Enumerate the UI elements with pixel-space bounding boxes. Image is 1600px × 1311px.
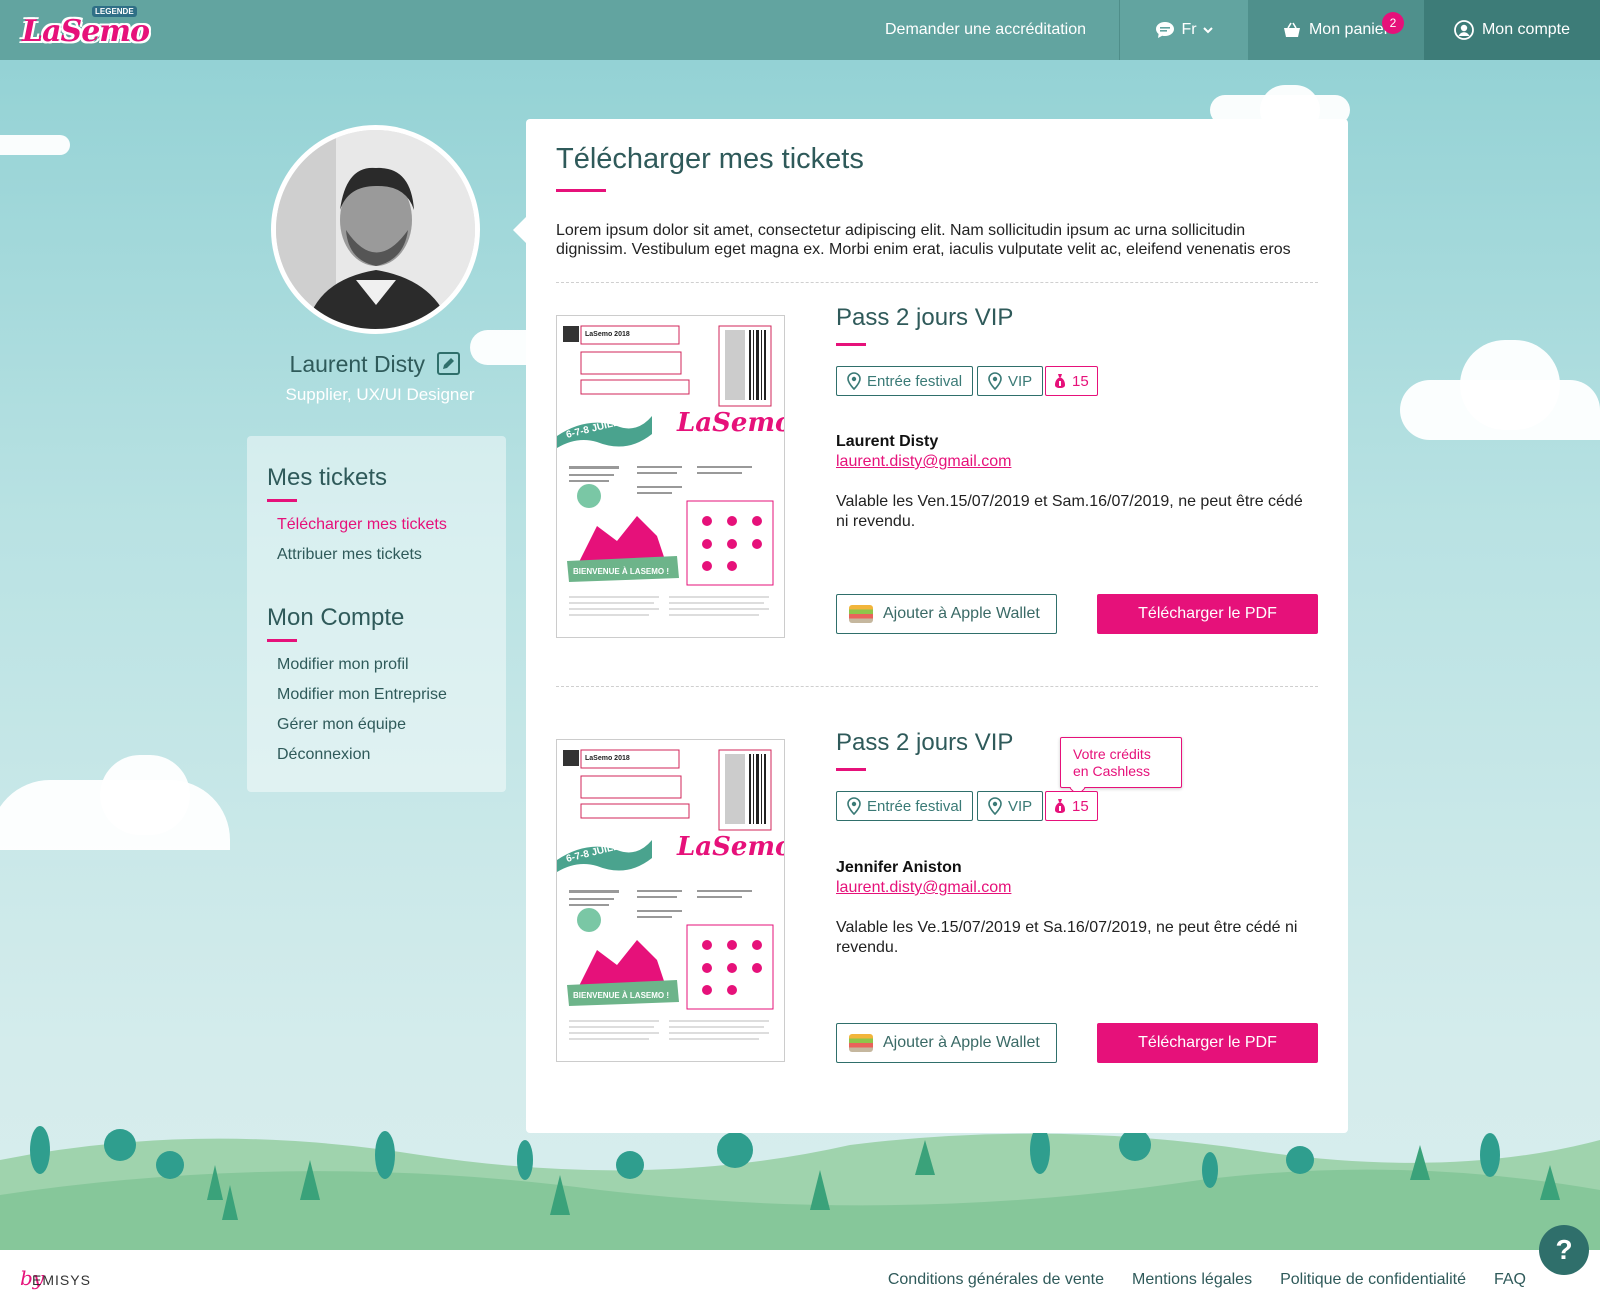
- sidebar-heading-tickets: Mes tickets: [267, 464, 388, 502]
- sidebar: Mes tickets Télécharger mes tickets Attr…: [247, 436, 506, 792]
- ticket-validity: Valable les Ven.15/07/2019 et Sam.16/07/…: [836, 493, 1303, 530]
- ticket-title-underline: [836, 343, 866, 346]
- wallet-icon: [849, 1034, 873, 1052]
- sidebar-item-edit-profile[interactable]: Modifier mon profil: [277, 656, 409, 674]
- ticket-preview-welcome: BIENVENUE À LASEMO !: [573, 991, 669, 1000]
- account-button[interactable]: Mon compte: [1424, 0, 1600, 60]
- ticket-preview-logo: LaSemo: [676, 832, 784, 862]
- ticket-title: Pass 2 jours VIP: [836, 729, 1014, 756]
- sidebar-item-manage-team[interactable]: Gérer mon équipe: [277, 716, 406, 734]
- money-bag-icon: [1055, 374, 1065, 388]
- page-title: Télécharger mes tickets: [556, 143, 864, 175]
- avatar: [271, 125, 480, 334]
- add-to-apple-wallet-button[interactable]: Ajouter à Apple Wallet: [836, 594, 1057, 634]
- sidebar-item-edit-company[interactable]: Modifier mon Entreprise: [277, 686, 447, 704]
- ticket-preview-welcome: BIENVENUE À LASEMO !: [573, 567, 669, 576]
- tag-festival-entry: Entrée festival: [836, 791, 974, 821]
- help-button[interactable]: ?: [1539, 1225, 1589, 1275]
- ticket-validity: Valable les Ve.15/07/2019 et Sa.16/07/20…: [836, 919, 1298, 956]
- footer: by EMISYS Conditions générales de vente …: [0, 1250, 1600, 1311]
- separator: [556, 686, 1318, 687]
- footer-link-terms[interactable]: Conditions générales de vente: [888, 1271, 1104, 1289]
- money-bag-icon: [1055, 799, 1065, 813]
- download-pdf-button[interactable]: Télécharger le PDF: [1097, 1023, 1318, 1063]
- basket-icon: [1283, 22, 1300, 37]
- footer-link-privacy[interactable]: Politique de confidentialité: [1280, 1271, 1466, 1289]
- ticket-preview[interactable]: LaSemo 2018 6-7-8 JUILLET LaSemo BIENVEN…: [556, 739, 785, 1062]
- profile-name: Laurent Disty: [240, 351, 510, 378]
- intro-text: Lorem ipsum dolor sit amet, consectetur …: [556, 222, 1291, 258]
- sidebar-item-logout[interactable]: Déconnexion: [277, 746, 370, 764]
- cloud: [0, 135, 70, 155]
- language-selector[interactable]: Fr: [1119, 0, 1249, 60]
- top-header: LEGENDE LaSemo Demander une accréditatio…: [0, 0, 1600, 60]
- ticket-title: Pass 2 jours VIP: [836, 304, 1014, 331]
- tickets-card: Télécharger mes tickets Lorem ipsum dolo…: [526, 119, 1348, 1133]
- ticket-holder-email[interactable]: laurent.disty@gmail.com: [836, 453, 1011, 471]
- sidebar-item-download-tickets[interactable]: Télécharger mes tickets: [277, 516, 447, 534]
- card-pointer: [513, 217, 526, 243]
- ticket-preview-name: LaSemo 2018: [585, 331, 630, 338]
- location-pin-icon: [988, 372, 1002, 390]
- ticket-preview[interactable]: LaSemo 2018 6-7-8 JUILLET LaSemo BIENVEN…: [556, 315, 785, 638]
- cashless-credits-badge[interactable]: 15: [1045, 366, 1098, 396]
- sidebar-heading-account: Mon Compte: [267, 604, 405, 642]
- chevron-down-icon: [1202, 27, 1213, 34]
- wallet-icon: [849, 605, 873, 623]
- cart-button[interactable]: Mon panier 2: [1248, 0, 1424, 60]
- cashless-tooltip: Votre crédits en Cashless: [1060, 737, 1182, 788]
- footer-links: Conditions générales de vente Mentions l…: [888, 1271, 1526, 1289]
- tag-vip: VIP: [977, 366, 1044, 396]
- tag-festival-entry: Entrée festival: [836, 366, 974, 396]
- pencil-edit-icon[interactable]: [437, 352, 461, 375]
- add-to-apple-wallet-button[interactable]: Ajouter à Apple Wallet: [836, 1023, 1057, 1063]
- chat-bubble-icon: [1156, 22, 1175, 38]
- cashless-credits-badge[interactable]: 15: [1045, 791, 1098, 821]
- ticket-holder-name: Laurent Disty: [836, 433, 939, 450]
- ticket-holder-email[interactable]: laurent.disty@gmail.com: [836, 879, 1011, 897]
- lasemo-logo[interactable]: LEGENDE LaSemo: [22, 6, 150, 54]
- ticket-holder-name: Jennifer Aniston: [836, 859, 962, 876]
- account-label: Mon compte: [1481, 21, 1571, 38]
- tag-vip: VIP: [977, 791, 1044, 821]
- accreditation-link[interactable]: Demander une accréditation: [885, 0, 1086, 60]
- location-pin-icon: [847, 372, 861, 390]
- download-pdf-button[interactable]: Télécharger le PDF: [1097, 594, 1318, 634]
- location-pin-icon: [988, 797, 1002, 815]
- cart-count-badge: 2: [1382, 12, 1404, 34]
- profile-name-text: Laurent Disty: [289, 351, 426, 377]
- title-underline: [556, 189, 606, 192]
- ticket-preview-name: LaSemo 2018: [585, 755, 630, 762]
- cloud: [100, 755, 190, 835]
- emisys-logo[interactable]: by EMISYS: [20, 1262, 115, 1302]
- logo-text: LaSemo: [22, 14, 150, 49]
- ticket-title-underline: [836, 768, 866, 771]
- hills-landscape: [0, 1126, 1600, 1250]
- footer-link-faq[interactable]: FAQ: [1494, 1271, 1526, 1289]
- cart-label: Mon panier: [1308, 21, 1390, 38]
- language-label: Fr: [1181, 21, 1197, 38]
- ticket-preview-logo: LaSemo: [676, 408, 784, 438]
- footer-link-legal[interactable]: Mentions légales: [1132, 1271, 1252, 1289]
- emisys-name: EMISYS: [32, 1272, 91, 1288]
- sidebar-item-assign-tickets[interactable]: Attribuer mes tickets: [277, 546, 422, 564]
- separator: [556, 282, 1318, 283]
- location-pin-icon: [847, 797, 861, 815]
- profile-role: Supplier, UX/UI Designer: [285, 385, 475, 404]
- cloud: [1460, 340, 1560, 430]
- user-circle-icon: [1454, 20, 1474, 40]
